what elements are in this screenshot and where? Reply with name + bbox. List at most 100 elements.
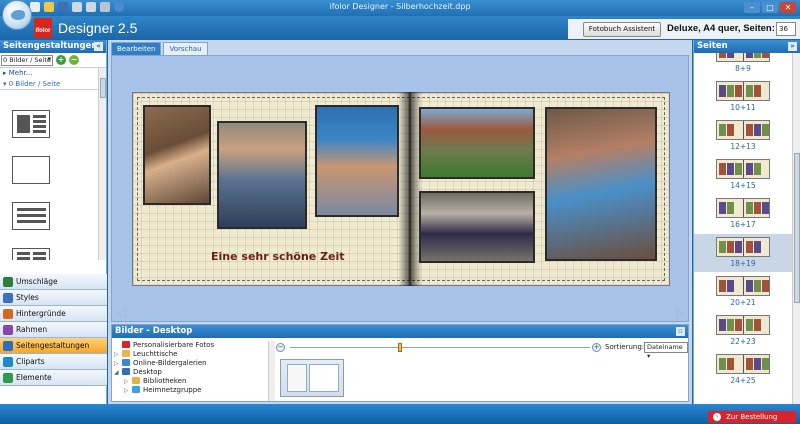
cliparts-icon: [3, 357, 13, 367]
close-button[interactable]: ✕: [780, 2, 796, 13]
tab-bearbeiten[interactable]: Bearbeiten: [111, 42, 162, 55]
maximize-panel-icon[interactable]: ▫: [676, 327, 685, 336]
layout-thumbnail[interactable]: [12, 156, 50, 184]
nav-item[interactable]: Elemente: [0, 370, 107, 386]
page-spread-item[interactable]: 16+17: [694, 195, 792, 233]
book-spine: [399, 92, 421, 286]
page-spread-item[interactable]: 8+9: [694, 53, 792, 77]
page-spread-item[interactable]: 14+15: [694, 156, 792, 194]
folder-icon: [122, 359, 130, 366]
more-layouts-label: Mehr...: [8, 69, 33, 77]
expand-icon[interactable]: ▷: [114, 350, 122, 359]
expand-icon[interactable]: ◢: [114, 368, 122, 377]
product-label: Deluxe, A4 quer, Seiten:: [667, 23, 775, 34]
nav-item[interactable]: Cliparts: [0, 354, 107, 370]
folder-icon: [132, 386, 140, 393]
page-spread-item[interactable]: 20+21: [694, 273, 792, 311]
photo-frame[interactable]: [419, 191, 535, 263]
order-arrow-icon: ›: [713, 413, 721, 421]
folder-tree-label: Online-Bildergalerien: [133, 359, 207, 367]
page-spread-item[interactable]: 24+25: [694, 351, 792, 389]
collapse-panel-icon[interactable]: «: [94, 42, 103, 51]
layout-thumbnail[interactable]: [12, 202, 50, 230]
nav-item[interactable]: Styles: [0, 290, 107, 306]
app-menu-button[interactable]: [2, 0, 32, 30]
page-spread-item[interactable]: 18+19: [694, 234, 792, 272]
nav-item[interactable]: Hintergründe: [0, 306, 107, 322]
folder-tree-label: Personalisierbare Fotos: [133, 341, 215, 349]
photo-frame[interactable]: [545, 107, 657, 261]
fotobuch-assistent-button[interactable]: Fotobuch Assistent: [583, 22, 661, 37]
photo-frame[interactable]: [143, 105, 211, 205]
layout-group-label: 0 Bilder / Seite: [8, 80, 61, 88]
photo-frame[interactable]: [419, 107, 535, 179]
pages-list-scrollbar[interactable]: [792, 53, 800, 404]
folder-tree-label: Leuchttische: [133, 350, 178, 358]
left-panel-header: Seitengestaltungen «: [0, 40, 106, 53]
bird-icon: [11, 10, 25, 20]
layout-list-scrollbar[interactable]: [98, 68, 106, 260]
remove-layout-button[interactable]: −: [69, 55, 79, 65]
page-spread-item[interactable]: 22+23: [694, 312, 792, 350]
zoom-controls: − + Sortierung: Dateiname ▾: [276, 342, 688, 360]
order-button[interactable]: › Zur Bestellung: [708, 411, 796, 423]
layout-thumbnail[interactable]: [12, 110, 50, 138]
folder-tree-item[interactable]: ▷ Heimnetzgruppe: [114, 386, 269, 395]
tab-vorschau[interactable]: Vorschau: [163, 42, 208, 55]
sort-value: Dateiname: [647, 343, 683, 351]
layout-thumbnail[interactable]: [12, 248, 50, 260]
folder-tree-item[interactable]: ▷ Bibliotheken: [114, 377, 269, 386]
book-canvas[interactable]: Eine sehr schöne Zeit ◁ ▷: [111, 55, 689, 322]
page-spread-thumbnail: [716, 315, 770, 335]
photo-frame[interactable]: [217, 121, 307, 229]
zoom-slider[interactable]: [290, 347, 590, 348]
nav-item[interactable]: Rahmen: [0, 322, 107, 338]
zoom-slider-handle[interactable]: [398, 343, 402, 352]
order-button-label: Zur Bestellung: [726, 413, 778, 421]
folder-tree-item[interactable]: Personalisierbare Fotos: [114, 341, 269, 350]
folder-tree-scrollbar[interactable]: [268, 341, 275, 401]
folder-tree-item[interactable]: ▷ Online-Bildergalerien: [114, 359, 269, 368]
page-spread-thumbnail: [716, 354, 770, 374]
photo-frame[interactable]: [315, 105, 399, 217]
zoom-out-button[interactable]: −: [276, 343, 285, 352]
page-spread-thumbnail: [716, 81, 770, 101]
page-spread-label: 24+25: [730, 376, 756, 385]
folder-tree-item[interactable]: ◢ Desktop: [114, 368, 269, 377]
zoom-in-button[interactable]: +: [592, 343, 601, 352]
nav-item-label: Umschläge: [16, 277, 58, 286]
expand-icon[interactable]: ▷: [124, 386, 132, 395]
page-spread-thumbnail: [716, 159, 770, 179]
page-spread-item[interactable]: 10+11: [694, 78, 792, 116]
page-spread-thumbnail: [716, 120, 770, 140]
sort-select[interactable]: Dateiname ▾: [644, 342, 688, 360]
nav-item[interactable]: Umschläge: [0, 274, 107, 290]
nav-item[interactable]: Seitengestaltungen: [0, 338, 107, 354]
page-spread-label: 18+19: [730, 259, 756, 268]
window-title: ifolor Designer - Silberhochzeit.dpp: [329, 2, 471, 11]
images-per-page-select[interactable]: 0 Bilder / Seite: [1, 54, 53, 66]
styles-icon: [3, 293, 13, 303]
page-spread-label: 8+9: [735, 64, 751, 73]
next-page-arrow-icon[interactable]: ▷: [676, 306, 685, 320]
expand-icon[interactable]: ▷: [124, 377, 132, 386]
folder-tree: Personalisierbare Fotos ▷ Leuchttische ▷ Onl…: [114, 341, 269, 401]
folder-icon: [122, 350, 130, 357]
page-layout-icon: [3, 341, 13, 351]
image-thumbnail[interactable]: [280, 359, 344, 397]
photo-book-spread[interactable]: Eine sehr schöne Zeit: [132, 92, 670, 286]
layout-group-row[interactable]: ▾ 0 Bilder / Seite: [0, 79, 106, 90]
more-layouts-link[interactable]: ▸ Mehr...: [0, 68, 106, 79]
collapse-pages-panel-icon[interactable]: »: [788, 42, 797, 51]
page-spread-thumbnail: [716, 276, 770, 296]
expand-icon[interactable]: ▷: [114, 359, 122, 368]
folder-tree-item[interactable]: ▷ Leuchttische: [114, 350, 269, 359]
add-layout-button[interactable]: +: [56, 55, 66, 65]
page-spread-item[interactable]: 12+13: [694, 117, 792, 155]
maximize-button[interactable]: □: [762, 2, 778, 13]
pages-count-select[interactable]: 36: [776, 22, 796, 36]
pages-panel-header: Seiten »: [694, 40, 800, 53]
book-caption-text[interactable]: Eine sehr schöne Zeit: [211, 250, 345, 263]
previous-page-arrow-icon[interactable]: ◁: [117, 306, 126, 320]
minimize-button[interactable]: –: [744, 2, 760, 13]
